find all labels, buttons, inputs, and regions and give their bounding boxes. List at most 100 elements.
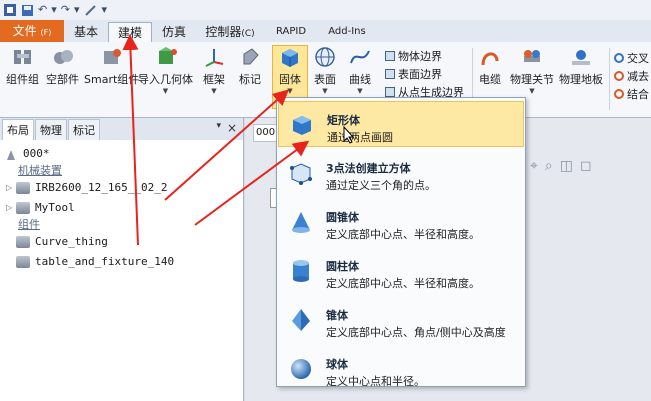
cylinder-icon <box>293 260 309 282</box>
robot-icon <box>16 182 30 194</box>
tab-file-key: (F) <box>40 28 52 37</box>
menu-item-cone-desc: 定义底部中心点、半径和高度。 <box>326 228 480 241</box>
curve-button[interactable]: 曲线 ▼ <box>348 46 372 95</box>
tab-controller[interactable]: 控制器(C) <box>198 22 262 42</box>
component-group-button[interactable]: 组件组 <box>6 46 39 87</box>
mechanism-joint-button[interactable]: 物理关节 ▼ <box>510 46 554 95</box>
tab-add-ins[interactable]: Add-Ins <box>322 22 372 42</box>
menu-item-pyramid-title: 锥体 <box>326 309 348 322</box>
menu-item-cone-title: 圆锥体 <box>326 211 359 224</box>
tab-layout[interactable]: 布局 <box>2 119 34 140</box>
subtract-label: 减去 <box>627 70 649 83</box>
tab-rapid[interactable]: RAPID <box>268 22 314 42</box>
cone-icon <box>292 212 310 233</box>
intersect-button[interactable]: 交叉 <box>614 50 649 66</box>
view-toolbar-icons[interactable]: ⌖⌕◫◻ <box>530 158 599 174</box>
panel-pin-icon[interactable]: ▾ <box>216 121 221 131</box>
menu-item-sphere-desc: 定义中心点和半径。 <box>326 375 425 388</box>
app-logo-icon <box>4 4 16 16</box>
tree-item-tool[interactable]: ▷ MyTool <box>6 200 75 216</box>
tag-icon <box>243 48 259 65</box>
undo-icon[interactable]: ↶ <box>38 3 47 17</box>
solid-label: 固体 <box>279 73 301 86</box>
components-heading: 组件 <box>18 217 40 233</box>
empty-part-button[interactable]: 空部件 <box>46 46 79 87</box>
save-icon[interactable] <box>21 4 34 17</box>
mechanism-joint-label: 物理关节 <box>510 73 554 86</box>
floor-icon <box>572 50 590 65</box>
cable-button[interactable]: 电缆 <box>478 46 502 87</box>
tab-basic[interactable]: 基本 <box>66 22 106 42</box>
expand-arrow-icon[interactable]: ▷ <box>6 180 16 196</box>
box-icon <box>293 116 311 135</box>
redo-dropdown-icon[interactable]: ▾ <box>74 3 80 17</box>
solid-dropdown-menu: 矩形体 通过两点画圆 3点法创建立方体 通过定义三个角的点。 圆锥体 定义底部中… <box>276 97 526 388</box>
union-button[interactable]: 结合 <box>614 86 649 102</box>
physics-floor-button[interactable]: 物理地板 <box>559 46 603 87</box>
globe-icon <box>315 47 335 67</box>
menu-item-cylinder[interactable]: 圆柱体 定义底部中心点、半径和高度。 <box>278 248 524 294</box>
body-edge-button[interactable]: 物体边界 <box>385 48 442 64</box>
curve-caret-icon: ▼ <box>357 87 363 95</box>
solid-cube-icon <box>282 49 298 67</box>
tab-controller-key: (C) <box>241 29 255 39</box>
menu-item-sphere[interactable]: 球体 定义中心点和半径。 <box>278 346 524 392</box>
tree-item-robot[interactable]: ▷ IRB2600_12_165__02_2 <box>6 180 167 196</box>
station-node[interactable]: 000* <box>4 146 50 162</box>
component1-label: Curve_thing <box>35 235 108 248</box>
body-edge-label: 物体边界 <box>398 50 442 63</box>
menu-item-box-three-points[interactable]: 3点法创建立方体 通过定义三个角的点。 <box>278 150 524 196</box>
expand-arrow-icon[interactable]: ▷ <box>6 200 16 216</box>
tab-modeling[interactable]: 建模 <box>108 22 152 43</box>
cable-label: 电缆 <box>479 73 501 86</box>
tab-physics[interactable]: 物理 <box>35 119 67 140</box>
menu-item-cone[interactable]: 圆锥体 定义底部中心点、半径和高度。 <box>278 199 524 245</box>
frame-label: 框架 <box>203 73 225 86</box>
mechanisms-heading: 机械装置 <box>18 163 62 179</box>
wand-icon[interactable] <box>84 3 98 17</box>
intersect-label: 交叉 <box>627 52 649 65</box>
import-geometry-label: 导入几何体 <box>138 73 193 86</box>
robot-label: IRB2600_12_165__02_2 <box>35 181 168 194</box>
surface-button[interactable]: 表面 ▼ <box>313 46 337 95</box>
menu-item-box-three-points-title: 3点法创建立方体 <box>326 162 411 175</box>
menu-item-pyramid[interactable]: 锥体 定义底部中心点、角点/侧中心及高度 <box>278 297 524 343</box>
ribbon-tabs: 文件 (F) 基本 建模 仿真 控制器(C) RAPID Add-Ins <box>0 20 651 43</box>
component2-label: table_and_fixture_140 <box>35 255 175 268</box>
frame-button[interactable]: 框架 ▼ <box>202 46 226 95</box>
menu-item-cylinder-desc: 定义底部中心点、半径和高度。 <box>326 277 480 290</box>
tool-label: MyTool <box>35 201 75 214</box>
marker-button[interactable]: 标记 <box>238 46 262 87</box>
tab-markers[interactable]: 标记 <box>68 119 100 140</box>
import-geometry-button[interactable]: 导入几何体 ▼ <box>138 46 193 95</box>
mechanism-joint-caret-icon: ▼ <box>529 87 535 95</box>
surface-edge-button[interactable]: 表面边界 <box>385 66 442 82</box>
menu-item-cylinder-title: 圆柱体 <box>326 260 359 273</box>
curve-icon <box>350 50 370 64</box>
quick-access-toolbar: ↶ ▾ ↷ ▾ ▾ <box>0 0 651 20</box>
smart-component-button[interactable]: Smart组件 <box>84 46 139 87</box>
redo-icon[interactable]: ↷ <box>61 3 70 17</box>
undo-dropdown-icon[interactable]: ▾ <box>51 3 57 17</box>
frame-icon <box>205 49 224 67</box>
menu-item-box-desc: 通过两点画圆 <box>327 131 393 144</box>
union-icon <box>614 89 624 99</box>
tree-item-table-fixture[interactable]: table_and_fixture_140 <box>16 254 174 270</box>
panel-close-icon[interactable]: × <box>227 121 237 135</box>
tab-file[interactable]: 文件 (F) <box>0 20 64 42</box>
menu-item-box[interactable]: 矩形体 通过两点画圆 <box>278 101 524 147</box>
component-icon <box>16 256 30 268</box>
box-three-points-icon <box>290 163 312 185</box>
tree-item-curve-thing[interactable]: Curve_thing <box>16 234 108 250</box>
tab-simulation[interactable]: 仿真 <box>154 22 194 42</box>
intersect-icon <box>614 53 624 63</box>
layout-panel-tabs: 布局 物理 标记 ▾ × <box>0 118 243 140</box>
components-heading-label: 组件 <box>18 218 40 231</box>
menu-item-box-three-points-desc: 通过定义三个角的点。 <box>326 179 436 192</box>
menu-item-pyramid-desc: 定义底部中心点、角点/侧中心及高度 <box>326 326 506 339</box>
curve-label: 曲线 <box>349 73 371 86</box>
customize-dropdown-icon[interactable]: ▾ <box>102 3 108 17</box>
subtract-button[interactable]: 减去 <box>614 68 649 84</box>
tool-icon <box>16 202 30 214</box>
body-edge-icon <box>385 51 395 61</box>
